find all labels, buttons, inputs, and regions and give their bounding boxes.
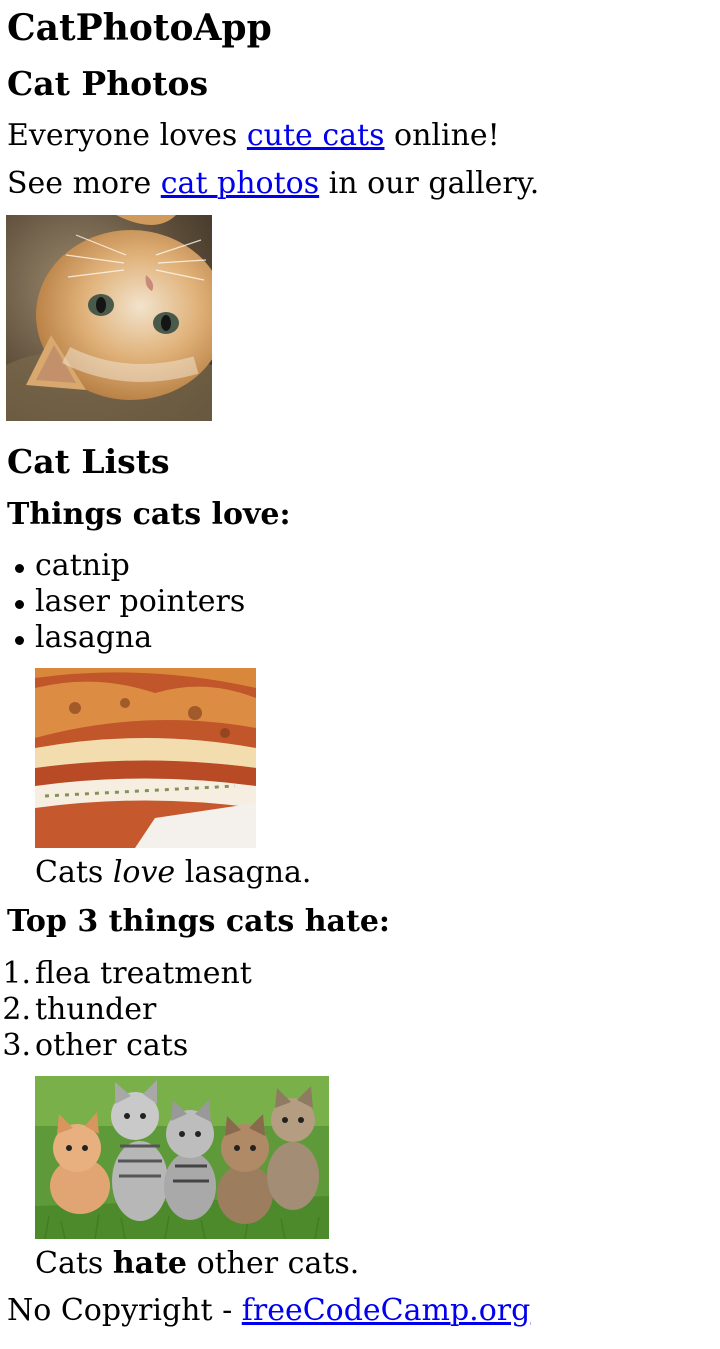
gallery-paragraph: See more cat photos in our gallery. [7, 166, 539, 202]
cat-photos-heading: Cat Photos [7, 64, 209, 103]
kittens-caption-after: other cats. [187, 1246, 360, 1281]
intro-text-before: Everyone loves [7, 118, 247, 153]
intro-text-after: online! [384, 118, 500, 153]
cat-lists-heading: Cat Lists [7, 442, 170, 481]
freecodecamp-link[interactable]: freeCodeCamp.org [242, 1293, 531, 1328]
gallery-text-after: in our gallery. [319, 166, 540, 201]
list-item-label: lasagna [35, 620, 153, 655]
cat-photos-link[interactable]: cat photos [161, 166, 319, 201]
page-footer: No Copyright - freeCodeCamp.org [7, 1293, 530, 1329]
bullet-icon [15, 636, 24, 645]
list-item-label: flea treatment [35, 956, 252, 991]
gallery-text-before: See more [7, 166, 161, 201]
list-item: catnip [7, 548, 245, 584]
list-item: 3. other cats [2, 1028, 252, 1064]
intro-paragraph: Everyone loves cute cats online! [7, 118, 500, 154]
hate-strong: hate [112, 1246, 188, 1281]
kittens-caption-before: Cats [35, 1246, 113, 1281]
lasagna-figure [35, 668, 256, 848]
top-3-things-cats-hate-heading: Top 3 things cats hate: [7, 904, 390, 939]
cats-hate-list: 1. flea treatment 2. thunder 3. other cats [2, 956, 252, 1064]
bullet-icon [15, 600, 24, 609]
cute-cats-link[interactable]: cute cats [247, 118, 385, 153]
list-item-label: laser pointers [35, 584, 246, 619]
cats-love-list: catnip laser pointers lasagna [7, 548, 245, 656]
lasagna-photo [35, 668, 256, 848]
list-item-label: thunder [35, 992, 157, 1027]
lasagna-caption-after: lasagna. [175, 855, 312, 890]
love-emphasis: love [112, 855, 176, 890]
list-item: laser pointers [7, 584, 245, 620]
bullet-icon [15, 564, 24, 573]
lasagna-caption-before: Cats [35, 855, 113, 890]
list-item: 1. flea treatment [2, 956, 252, 992]
kitten-photo [6, 215, 212, 421]
kittens-figure [35, 1076, 329, 1239]
kittens-caption: Cats hate other cats. [35, 1246, 359, 1282]
list-item-label: catnip [35, 548, 130, 583]
list-item-label: other cats [35, 1028, 189, 1063]
things-cats-love-heading: Things cats love: [7, 497, 291, 532]
lasagna-caption: Cats love lasagna. [35, 855, 311, 891]
kittens-photo [35, 1076, 329, 1239]
list-item: 2. thunder [2, 992, 252, 1028]
app-title: CatPhotoApp [7, 7, 272, 49]
list-item: lasagna [7, 620, 245, 656]
copyright-text: No Copyright - [7, 1293, 242, 1328]
list-number: 2. [2, 992, 31, 1027]
kitten-photo-link[interactable] [6, 215, 212, 421]
list-number: 3. [2, 1028, 31, 1063]
list-number: 1. [2, 956, 31, 991]
